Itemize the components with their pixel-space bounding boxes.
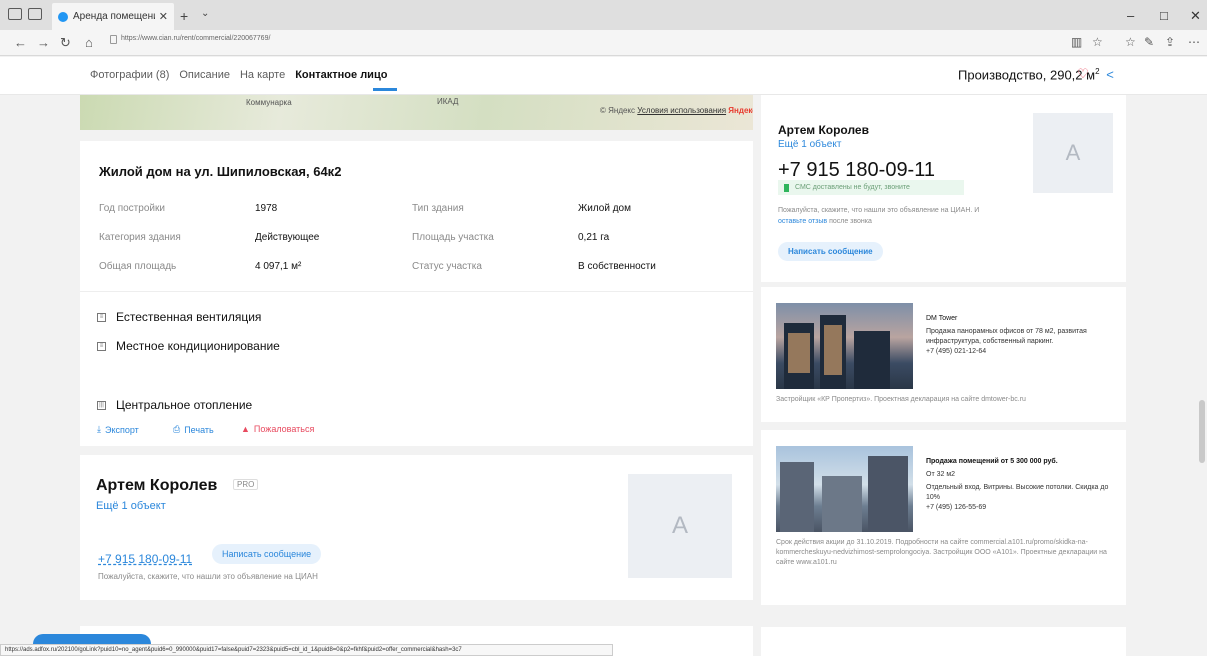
- map[interactable]: Коммунарка ИКАД © Яндекс Условия использ…: [80, 95, 753, 130]
- close-window-button[interactable]: ✕: [1190, 8, 1201, 24]
- param-row: Категория здания Действующее Площадь уча…: [99, 232, 610, 243]
- ad-disclaimer: Застройщик «КР Пропертиз». Проектная дек…: [776, 396, 1026, 403]
- ad-text: Продажа помещений от 5 300 000 руб. От 3…: [926, 457, 1111, 513]
- param-row: Год постройки 1978 Тип здания Жилой дом: [99, 203, 631, 214]
- building-features: ≡ Естественная вентиляция ≡ Местное конд…: [80, 291, 753, 428]
- building-info: Жилой дом на ул. Шипиловская, 64к2 Год п…: [80, 141, 753, 291]
- lock-icon: [110, 35, 117, 44]
- agent-hint: Пожалуйста, скажите, что нашли это объяв…: [98, 572, 318, 581]
- tab-actions-icon[interactable]: [8, 8, 22, 20]
- printer-icon: ⎙: [173, 424, 181, 434]
- reading-view-icon[interactable]: ▥: [1071, 35, 1082, 49]
- ad-card[interactable]: Продажа помещений от 5 300 000 руб. От 3…: [761, 430, 1126, 605]
- tab-title: Аренда помещения по: [73, 11, 155, 22]
- tab-map[interactable]: На карте: [240, 69, 285, 81]
- refresh-icon[interactable]: ↻: [60, 35, 71, 51]
- download-icon: ⤓: [97, 424, 101, 434]
- ad-image[interactable]: [776, 303, 913, 389]
- phone-icon: [784, 183, 789, 192]
- sms-notice: СМС доставлены не будут, звоните: [778, 180, 964, 195]
- map-copyright: © Яндекс Условия использования Яндекс: [600, 106, 753, 115]
- building-title: Жилой дом на ул. Шипиловская, 64к2: [99, 164, 342, 179]
- contact-phone[interactable]: +7 915 180-09-11: [778, 159, 935, 182]
- air-conditioning-icon: ≡: [97, 341, 106, 351]
- ad-title[interactable]: DM Tower: [926, 314, 1111, 324]
- cian-favicon-icon: [58, 11, 68, 22]
- heating-icon: |||: [97, 400, 106, 410]
- yandex-logo: Яндекс: [728, 106, 753, 115]
- building-params: Год постройки 1978 Тип здания Жилой дом …: [99, 194, 739, 281]
- maximize-button[interactable]: □: [1160, 8, 1168, 23]
- ad-image[interactable]: [776, 446, 913, 532]
- home-icon[interactable]: ⌂: [85, 35, 93, 50]
- tab-close-icon[interactable]: ✕: [159, 10, 168, 23]
- complain-button[interactable]: ▲ Пожаловаться: [241, 424, 314, 434]
- ventilation-icon: ≡: [97, 312, 106, 322]
- back-icon[interactable]: ←: [14, 35, 27, 50]
- url-field[interactable]: https://www.cian.ru/rent/commercial/2200…: [121, 35, 270, 42]
- param-row: Общая площадь 4 097,1 м² Статус участка …: [99, 261, 656, 272]
- contact-note: Пожалуйста, скажите, что нашли это объяв…: [778, 207, 980, 225]
- scrollbar-thumb[interactable]: [1199, 400, 1205, 463]
- agent-name[interactable]: Артем Королев: [96, 477, 217, 495]
- pro-badge: PRO: [233, 479, 259, 490]
- map-terms-link[interactable]: Условия использования: [637, 106, 726, 115]
- forward-icon[interactable]: →: [37, 35, 50, 50]
- tab-dropdown-icon[interactable]: ⌄: [201, 8, 209, 19]
- new-tab-button[interactable]: +: [180, 8, 188, 24]
- browser-tab-bar: Аренда помещения по ✕ + ⌄ – □ ✕: [0, 0, 1207, 30]
- ad-card[interactable]: DM Tower Продажа панорамных офисов от 78…: [761, 287, 1126, 422]
- ad-disclaimer: Срок действия акции до 31.10.2019. Подро…: [776, 539, 1107, 566]
- ad-phone[interactable]: +7 (495) 021-12-64: [926, 347, 1111, 357]
- next-side-section: [761, 627, 1126, 656]
- leave-review-link[interactable]: оставьте отзыв: [778, 218, 827, 225]
- listing-actions: ⤓ Экспорт ⎙ Печать ▲ Пожаловаться: [80, 412, 753, 446]
- tab-photos[interactable]: Фотографии (8): [90, 69, 169, 81]
- contact-more-link[interactable]: Ещё 1 объект: [778, 139, 841, 150]
- write-message-button[interactable]: Написать сообщение: [778, 242, 883, 261]
- minimize-button[interactable]: –: [1127, 8, 1134, 23]
- notes-icon[interactable]: ✎: [1144, 35, 1154, 49]
- share-icon[interactable]: <: [1101, 65, 1119, 83]
- feature-item: ||| Центральное отопление: [97, 398, 252, 412]
- listing-nav: Фотографии (8) Описание На карте Контакт…: [0, 57, 1207, 95]
- ad-phone[interactable]: +7 (495) 126-55-69: [926, 503, 1111, 513]
- browser-tab[interactable]: Аренда помещения по ✕: [52, 3, 174, 30]
- agent-more-link[interactable]: Ещё 1 объект: [96, 500, 166, 512]
- map-label: Коммунарка: [246, 98, 292, 107]
- share-page-icon[interactable]: ⇪: [1165, 35, 1175, 49]
- more-menu-icon[interactable]: ⋯: [1188, 35, 1200, 49]
- feature-item: ≡ Естественная вентиляция: [97, 310, 261, 324]
- print-button[interactable]: ⎙ Печать: [173, 424, 214, 435]
- contact-name[interactable]: Артем Королев: [778, 123, 869, 137]
- agent-phone[interactable]: +7 915 180-09-11: [98, 552, 192, 566]
- address-bar: ← → ↻ ⌂ https://www.cian.ru/rent/commerc…: [0, 30, 1207, 56]
- tab-description[interactable]: Описание: [179, 69, 230, 81]
- avatar: A: [1033, 113, 1113, 193]
- status-bar: https://ads.adfox.ru/202100/goLink?puid1…: [0, 644, 613, 656]
- warning-icon: ▲: [241, 424, 250, 434]
- agent-card: Артем Королев PRO Ещё 1 объект +7 915 18…: [80, 455, 753, 600]
- favorite-star-icon[interactable]: ☆: [1092, 35, 1103, 49]
- heart-icon[interactable]: ♡: [1074, 65, 1092, 83]
- tab-set-aside-icon[interactable]: [28, 8, 42, 20]
- tab-contact[interactable]: Контактное лицо: [295, 69, 398, 91]
- write-message-button[interactable]: Написать сообщение: [212, 544, 322, 564]
- scrollbar[interactable]: [1197, 95, 1207, 656]
- favorites-bar-icon[interactable]: ☆: [1125, 35, 1136, 49]
- map-label: ИКАД: [437, 97, 459, 106]
- ad-title[interactable]: Продажа помещений от 5 300 000 руб.: [926, 457, 1111, 467]
- avatar: A: [628, 474, 732, 578]
- contact-card: Артем Королев Ещё 1 объект A +7 915 180-…: [761, 95, 1126, 282]
- export-button[interactable]: ⤓ Экспорт: [97, 424, 139, 435]
- ad-text: DM Tower Продажа панорамных офисов от 78…: [926, 314, 1111, 357]
- feature-item: ≡ Местное кондиционирование: [97, 339, 280, 353]
